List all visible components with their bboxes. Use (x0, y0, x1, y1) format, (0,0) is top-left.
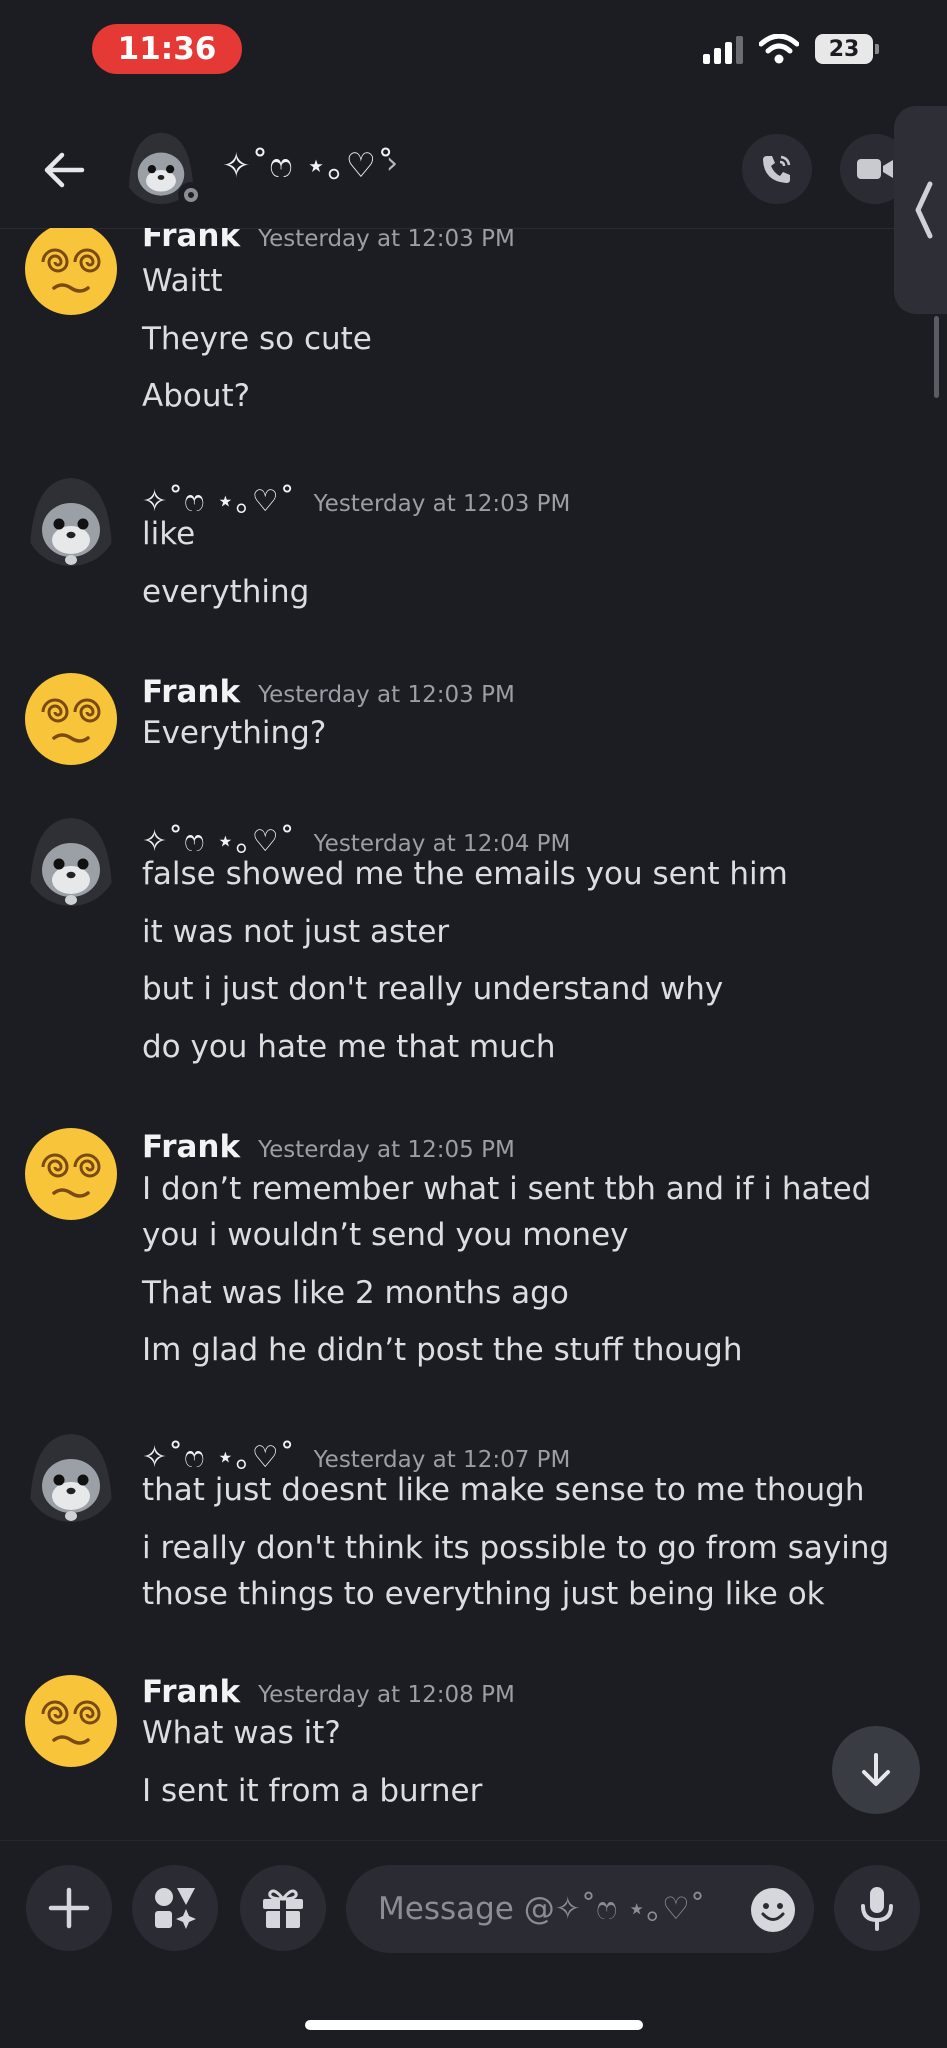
gift-button[interactable] (240, 1865, 326, 1951)
message-text[interactable]: Waitt (142, 258, 922, 304)
header-username[interactable]: ✧˚ෆ ⋆｡♡˚ (222, 138, 395, 187)
plus-icon (48, 1887, 90, 1929)
dizzy-face-icon (25, 1128, 117, 1220)
chevron-right-icon[interactable]: › (386, 146, 398, 181)
status-bar: 11:36 23 (0, 0, 947, 100)
message-text[interactable]: I sent it from a burner (142, 1768, 922, 1814)
message-text[interactable]: What was it? (142, 1710, 922, 1756)
home-indicator[interactable] (305, 2020, 643, 2030)
dizzy-face-icon (25, 228, 117, 315)
microphone-icon (861, 1887, 893, 1931)
apps-icon (155, 1888, 196, 1929)
message-text[interactable]: it was not just aster (142, 909, 922, 955)
message-timestamp: Yesterday at 12:03 PM (258, 228, 515, 252)
message-text[interactable]: everything (142, 569, 922, 615)
message-text[interactable]: false showed me the emails you sent him (142, 851, 922, 897)
header-avatar[interactable] (122, 126, 204, 208)
hooded-seal-icon (24, 812, 118, 906)
hooded-seal-icon (24, 1428, 118, 1522)
dizzy-face-emoji-avatar[interactable] (24, 228, 118, 316)
author-name[interactable]: Frank (142, 228, 240, 254)
apps-button[interactable] (132, 1865, 218, 1951)
message-header: Frank Yesterday at 12:08 PM (142, 1674, 515, 1710)
message-text[interactable]: that just doesnt like make sense to me t… (142, 1467, 922, 1513)
dizzy-face-emoji-avatar[interactable] (24, 1674, 118, 1768)
author-name[interactable]: Frank (142, 674, 240, 710)
message-text[interactable]: That was like 2 months ago (142, 1270, 922, 1316)
add-attachment-button[interactable] (26, 1865, 112, 1951)
jump-to-present-button[interactable] (832, 1726, 920, 1814)
arrow-down-icon (862, 1753, 890, 1786)
phone-icon (763, 155, 791, 183)
battery-indicator: 23 (815, 34, 879, 64)
message-timestamp: Yesterday at 12:05 PM (258, 1137, 515, 1163)
message-text[interactable]: Theyre so cute (142, 316, 922, 362)
voice-message-button[interactable] (834, 1865, 920, 1951)
message-text[interactable]: Im glad he didn’t post the stuff though (142, 1327, 922, 1373)
author-name[interactable]: Frank (142, 1674, 240, 1710)
message-text[interactable]: do you hate me that much (142, 1024, 922, 1070)
dm-header: ✧˚ෆ ⋆｡♡˚ › (0, 110, 947, 229)
gift-icon (263, 1889, 303, 1928)
status-icons: 23 (703, 34, 879, 64)
author-name[interactable]: Frank (142, 1129, 240, 1165)
dizzy-face-emoji-avatar[interactable] (24, 1127, 118, 1221)
dizzy-face-icon (25, 673, 117, 765)
status-time: 11:36 (92, 24, 242, 74)
dizzy-face-emoji-avatar[interactable] (24, 672, 118, 766)
hooded-seal-icon (24, 472, 118, 566)
message-input-field[interactable] (346, 1865, 814, 1953)
emoji-picker-icon[interactable] (750, 1887, 796, 1933)
message-header: Frank Yesterday at 12:05 PM (142, 1129, 515, 1165)
message-timestamp: Yesterday at 12:03 PM (258, 682, 515, 708)
message-text[interactable]: i really don't think its possible to go … (142, 1525, 922, 1617)
message-header: Frank Yesterday at 12:03 PM (142, 674, 515, 710)
cellular-signal-icon (703, 34, 743, 64)
message-text[interactable]: but i just don't really understand why (142, 966, 922, 1012)
offline-status-badge (178, 182, 204, 208)
dizzy-face-icon (25, 1675, 117, 1767)
video-camera-icon (857, 159, 893, 179)
message-timestamp: Yesterday at 12:08 PM (258, 1682, 515, 1708)
message-input[interactable] (376, 1890, 784, 1928)
message-text[interactable]: About? (142, 373, 922, 419)
message-composer (0, 1840, 947, 1971)
message-text[interactable]: I don’t remember what i sent tbh and if … (142, 1166, 922, 1258)
voice-call-button[interactable] (742, 134, 812, 204)
hooded-seal-avatar[interactable] (24, 1428, 118, 1522)
message-list: Frank Yesterday at 12:03 PM Waitt Theyre… (0, 228, 947, 1840)
hooded-seal-avatar[interactable] (24, 812, 118, 906)
wifi-icon (759, 34, 799, 64)
message-text[interactable]: Everything? (142, 710, 922, 756)
message-header: Frank Yesterday at 12:03 PM (142, 228, 515, 254)
message-text[interactable]: like (142, 511, 922, 557)
back-arrow-icon[interactable] (36, 142, 92, 198)
hooded-seal-avatar[interactable] (24, 472, 118, 566)
